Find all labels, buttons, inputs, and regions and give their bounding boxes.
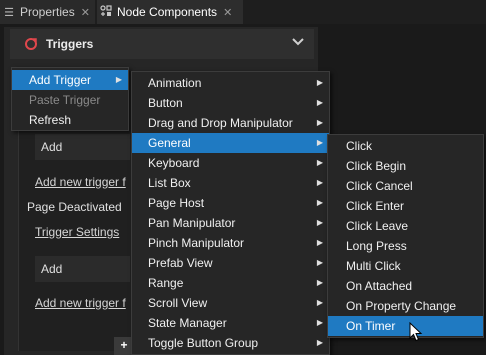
chevron-right-icon: ▶ bbox=[316, 78, 323, 87]
menu-item-pan-manipulator[interactable]: Pan Manipulator ▶ bbox=[132, 213, 329, 233]
menu-item-range[interactable]: Range ▶ bbox=[132, 273, 329, 293]
menu-item-pinch-manipulator[interactable]: Pinch Manipulator ▶ bbox=[132, 233, 329, 253]
menu-item-keyboard[interactable]: Keyboard ▶ bbox=[132, 153, 329, 173]
menu-item-label: Click Begin bbox=[346, 159, 407, 173]
menu-item-label: Refresh bbox=[29, 113, 72, 127]
menu-item-label: Drag and Drop Manipulator bbox=[148, 116, 293, 130]
menu-item-state-manager[interactable]: State Manager ▶ bbox=[132, 313, 329, 333]
menu-item-label: State Manager bbox=[148, 316, 227, 330]
add-label: Add bbox=[41, 262, 63, 276]
menu-item-label: Paste Trigger bbox=[29, 93, 101, 107]
menu-item-on-timer[interactable]: On Timer bbox=[328, 316, 483, 336]
menu-item-prefab-view[interactable]: Prefab View ▶ bbox=[132, 253, 329, 273]
tab-node-components[interactable]: Node Components ✕ bbox=[97, 0, 243, 24]
menu-item-click-enter[interactable]: Click Enter bbox=[328, 196, 483, 216]
menu-item-label: General bbox=[148, 136, 191, 150]
add-new-trigger-link[interactable]: Add new trigger f bbox=[35, 175, 126, 189]
tab-label: Node Components bbox=[117, 5, 218, 19]
context-menu: Add Trigger ▶ Paste Trigger Refresh bbox=[11, 67, 129, 131]
section-title: Triggers bbox=[46, 37, 94, 51]
chevron-right-icon: ▶ bbox=[316, 258, 323, 267]
menu-item-label: Animation bbox=[148, 76, 202, 90]
menu-item-refresh[interactable]: Refresh bbox=[12, 110, 128, 130]
node-components-icon bbox=[97, 4, 115, 20]
close-icon[interactable]: ✕ bbox=[223, 6, 232, 19]
chevron-down-icon[interactable] bbox=[292, 36, 304, 51]
menu-item-label: Toggle Button Group bbox=[148, 336, 259, 350]
chevron-right-icon: ▶ bbox=[316, 158, 323, 167]
menu-item-on-property-change[interactable]: On Property Change bbox=[328, 296, 483, 316]
menu-item-label: Button bbox=[148, 96, 183, 110]
menu-item-on-attached[interactable]: On Attached bbox=[328, 276, 483, 296]
chevron-right-icon: ▶ bbox=[115, 75, 122, 84]
menu-item-label: Long Press bbox=[346, 239, 407, 253]
general-trigger-menu: Click Click Begin Click Cancel Click Ent… bbox=[327, 134, 484, 338]
tab-bar: ☰ Properties ✕ Node Components ✕ bbox=[0, 0, 486, 24]
trigger-icon bbox=[24, 37, 38, 51]
chevron-right-icon: ▶ bbox=[316, 98, 323, 107]
trigger-type-menu: Animation ▶ Button ▶ Drag and Drop Manipul… bbox=[131, 71, 330, 355]
menu-item-label: Page Host bbox=[148, 196, 205, 210]
triggers-section-header[interactable]: Triggers bbox=[10, 29, 314, 59]
close-icon[interactable]: ✕ bbox=[81, 6, 90, 19]
menu-item-label: Pan Manipulator bbox=[148, 216, 236, 230]
chevron-right-icon: ▶ bbox=[316, 218, 323, 227]
menu-item-click-cancel[interactable]: Click Cancel bbox=[328, 176, 483, 196]
chevron-right-icon: ▶ bbox=[316, 198, 323, 207]
menu-item-multi-click[interactable]: Multi Click bbox=[328, 256, 483, 276]
menu-item-label: On Property Change bbox=[346, 299, 457, 313]
menu-item-label: Click Leave bbox=[346, 219, 409, 233]
chevron-right-icon: ▶ bbox=[316, 298, 323, 307]
menu-item-click-begin[interactable]: Click Begin bbox=[328, 156, 483, 176]
menu-item-label: Keyboard bbox=[148, 156, 200, 170]
menu-item-animation[interactable]: Animation ▶ bbox=[132, 73, 329, 93]
menu-item-button[interactable]: Button ▶ bbox=[132, 93, 329, 113]
menu-item-label: On Attached bbox=[346, 279, 413, 293]
menu-item-label: Click Cancel bbox=[346, 179, 413, 193]
trigger-name: Page Deactivated bbox=[27, 200, 122, 214]
menu-item-label: Click bbox=[346, 139, 372, 153]
menu-item-toggle-button-group[interactable]: Toggle Button Group ▶ bbox=[132, 333, 329, 353]
menu-item-label: Range bbox=[148, 276, 184, 290]
chevron-right-icon: ▶ bbox=[316, 238, 323, 247]
menu-item-label: Multi Click bbox=[346, 259, 401, 273]
add-label: Add bbox=[41, 140, 63, 154]
menu-item-label: On Timer bbox=[346, 319, 396, 333]
menu-item-label: Add Trigger bbox=[29, 73, 92, 87]
chevron-right-icon: ▶ bbox=[316, 178, 323, 187]
chevron-right-icon: ▶ bbox=[316, 338, 323, 347]
list-icon: ☰ bbox=[4, 6, 14, 19]
menu-item-label: List Box bbox=[148, 176, 191, 190]
tab-label: Properties bbox=[20, 5, 75, 19]
menu-item-drag-and-drop-manipulator[interactable]: Drag and Drop Manipulator ▶ bbox=[132, 113, 329, 133]
menu-item-page-host[interactable]: Page Host ▶ bbox=[132, 193, 329, 213]
menu-item-label: Pinch Manipulator bbox=[148, 236, 245, 250]
add-new-trigger-link[interactable]: Add new trigger f bbox=[35, 296, 126, 310]
chevron-right-icon: ▶ bbox=[316, 318, 323, 327]
chevron-right-icon: ▶ bbox=[316, 118, 323, 127]
menu-item-label: Prefab View bbox=[148, 256, 213, 270]
menu-item-scroll-view[interactable]: Scroll View ▶ bbox=[132, 293, 329, 313]
menu-item-paste-trigger[interactable]: Paste Trigger bbox=[12, 90, 128, 110]
menu-item-add-trigger[interactable]: Add Trigger ▶ bbox=[12, 70, 128, 90]
tab-properties[interactable]: ☰ Properties ✕ bbox=[0, 0, 95, 24]
menu-item-long-press[interactable]: Long Press bbox=[328, 236, 483, 256]
menu-item-label: Click Enter bbox=[346, 199, 405, 213]
chevron-right-icon: ▶ bbox=[316, 278, 323, 287]
menu-item-click[interactable]: Click bbox=[328, 136, 483, 156]
menu-item-click-leave[interactable]: Click Leave bbox=[328, 216, 483, 236]
menu-item-list-box[interactable]: List Box ▶ bbox=[132, 173, 329, 193]
trigger-settings-link[interactable]: Trigger Settings bbox=[35, 225, 119, 239]
chevron-right-icon: ▶ bbox=[316, 138, 323, 147]
menu-item-general[interactable]: General ▶ bbox=[132, 133, 329, 153]
mouse-cursor-icon bbox=[409, 321, 423, 342]
menu-item-label: Scroll View bbox=[148, 296, 208, 310]
